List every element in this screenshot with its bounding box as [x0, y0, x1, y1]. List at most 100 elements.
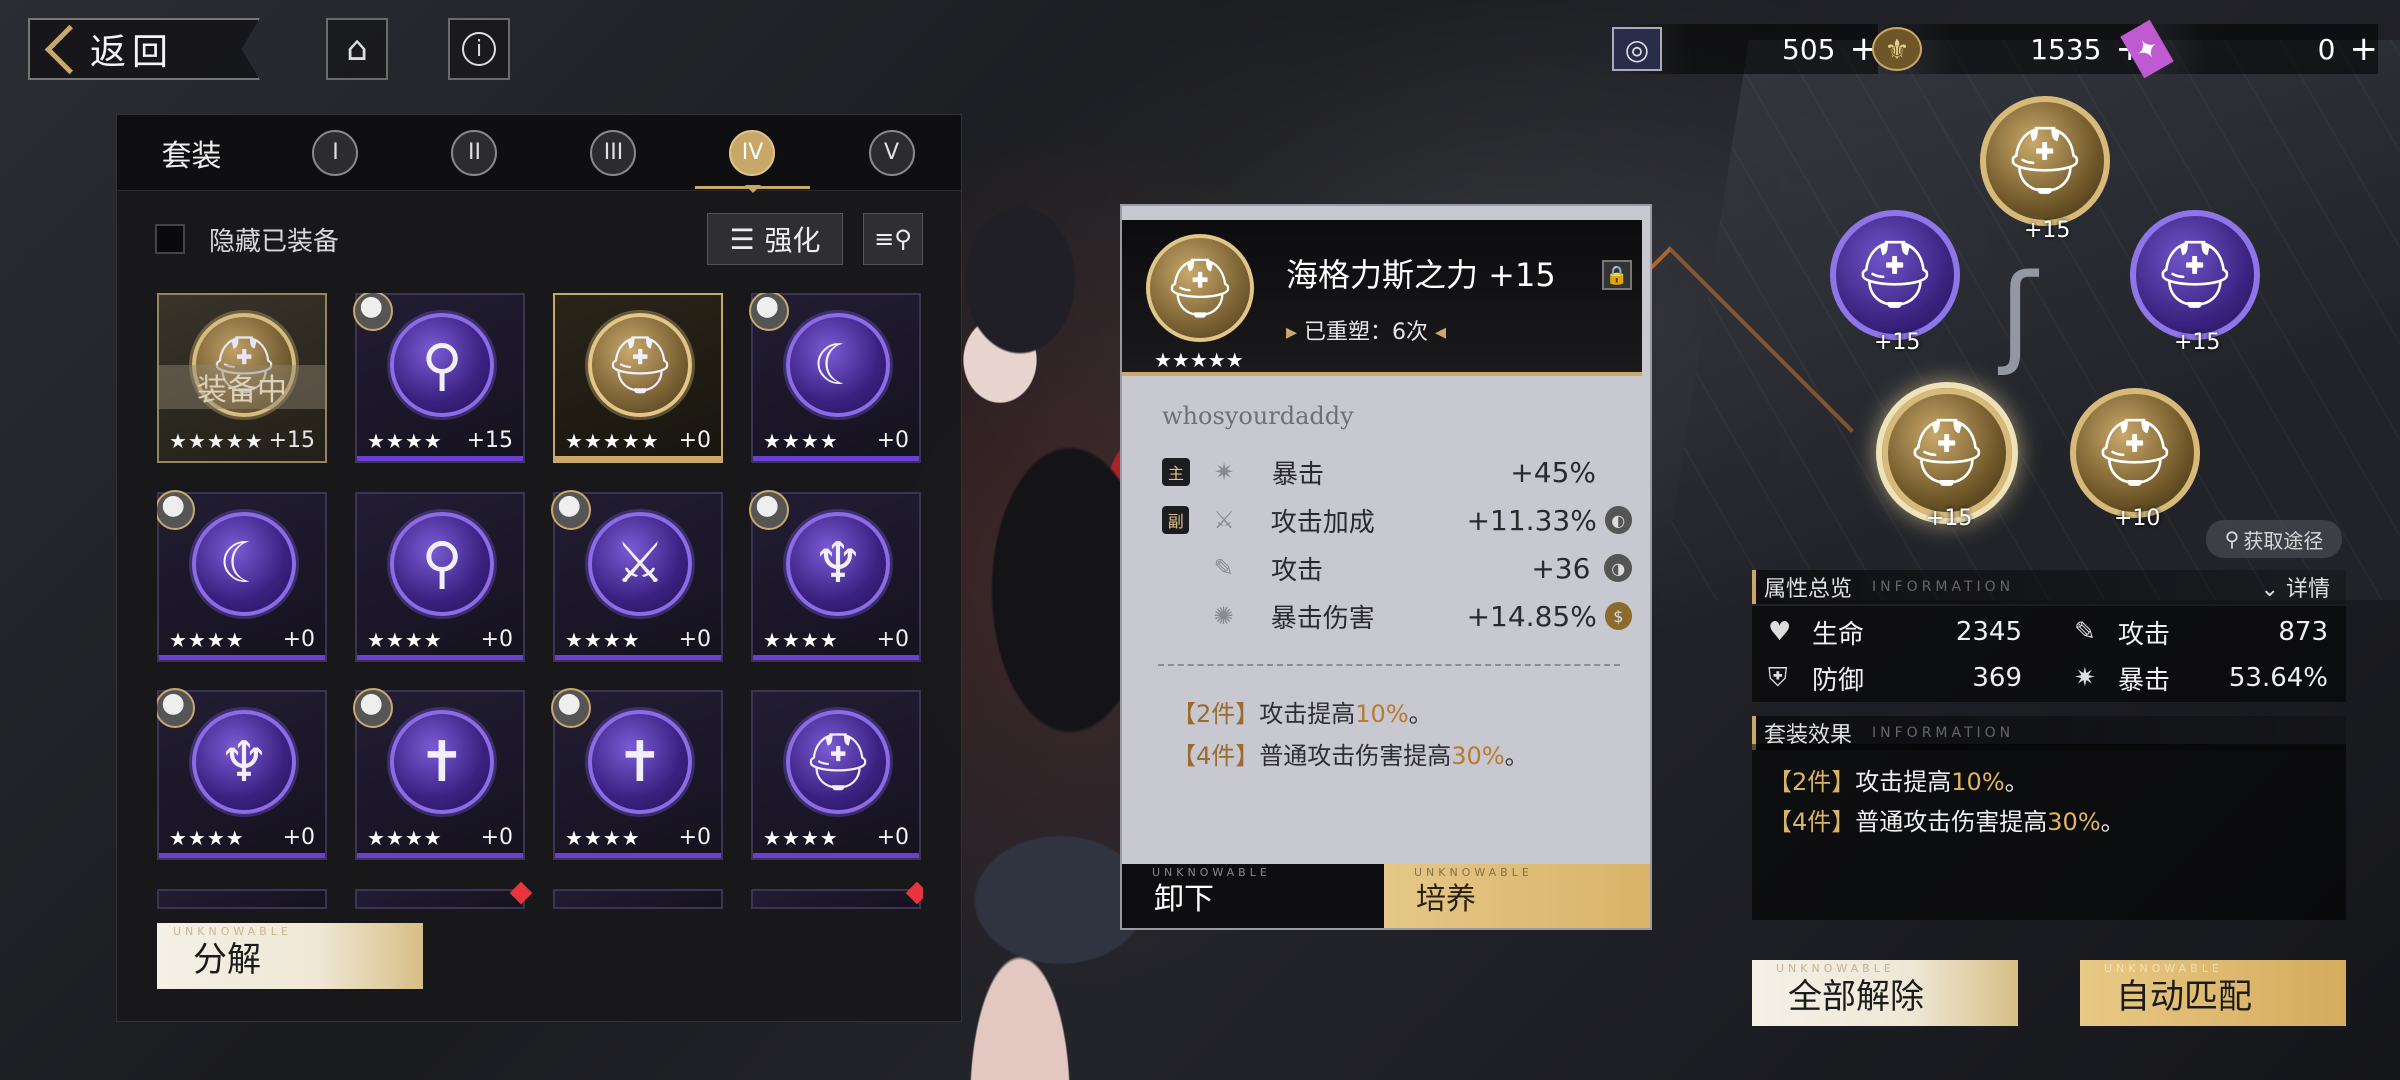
enhance-level: +0 — [282, 825, 315, 850]
equipment-card[interactable]: ⚲ ★★★★ +0 — [355, 491, 525, 662]
back-button[interactable]: 返回 — [28, 18, 260, 80]
rarity-stars: ★★★★ — [565, 627, 641, 652]
equipment-detail-card: ⛑ ★★★★★ 海格力斯之力 +15 已重塑：6次 🔒 whosyourdadd… — [1120, 204, 1652, 930]
set-effect-line: 【2件】攻击提高10%。 — [1768, 762, 2029, 797]
unequip-button[interactable]: UNKNOWABLE 卸下 — [1122, 864, 1384, 928]
attack-icon: ✎ — [1213, 554, 1234, 582]
globe-chalice-icon: ⚲ — [390, 511, 494, 616]
globe-chalice-icon: ⚲ — [390, 313, 494, 417]
equipment-card[interactable]: ⛑ 装备中 ★★★★★ +15 — [157, 293, 327, 463]
home-button[interactable]: ⌂ — [326, 18, 388, 80]
helmet-icon: ⛑ — [1905, 414, 1989, 491]
owner-avatar — [157, 489, 195, 530]
attribute-value: 2345 — [1955, 617, 2022, 647]
equip-slot-1[interactable]: ⛑ — [1980, 96, 2110, 226]
equipment-card[interactable] — [751, 881, 923, 909]
stat-tag — [1162, 554, 1190, 582]
rarity-stars: ★★★★ — [763, 429, 839, 453]
attribute-defense: ⛨ 防御 369 — [1768, 656, 2022, 700]
attributes-detail-link[interactable]: ⌄ 详情 — [2261, 571, 2330, 603]
set-text: 普通攻击伤害提高 — [1259, 742, 1452, 770]
equipment-card[interactable] — [355, 881, 533, 909]
equipment-grid: ⛑ 装备中 ★★★★★ +15 ⚲ ★★★★ +15 ⛑ ★★★★★ +0 ☾ … — [157, 293, 923, 909]
equipment-card[interactable]: ☾ ★★★★ +0 — [157, 489, 327, 662]
detail-header: ⛑ ★★★★★ 海格力斯之力 +15 已重塑：6次 🔒 — [1122, 220, 1642, 376]
hide-equipped-checkbox[interactable] — [155, 224, 185, 254]
button-watermark: UNKNOWABLE — [2104, 962, 2223, 975]
attribute-crit: ✷ 暴击 53.64% — [2074, 656, 2328, 700]
set-text: 攻击提高 — [1855, 768, 1952, 796]
rarity-stars: ★★★★★ — [169, 429, 264, 453]
equipment-card[interactable]: ✝ ★★★★ +0 — [353, 688, 525, 860]
equip-slot-3[interactable]: ⛑ — [2130, 210, 2260, 340]
stat-value: +11.33% — [1466, 503, 1597, 537]
tab-set-1[interactable]: I — [266, 115, 405, 191]
get-route-button[interactable]: ⚲ 获取途径 — [2206, 520, 2342, 558]
currency-ring-icon: ◎ — [1612, 27, 1662, 71]
attribute-name: 防御 — [1812, 665, 1865, 696]
set-effect-line: 【4件】普通攻击伤害提高30%。 — [1768, 802, 2125, 837]
equipment-card[interactable]: ☾ ★★★★ +0 — [749, 293, 921, 463]
equipment-card[interactable] — [157, 888, 327, 909]
horned-mask-icon: ♆ — [192, 710, 296, 814]
equipment-card[interactable]: ✝ ★★★★ +0 — [551, 688, 723, 860]
equipment-card[interactable]: ♆ ★★★★ +0 — [157, 688, 327, 860]
tab-label: III — [590, 129, 637, 176]
enhance-level: +0 — [876, 626, 909, 652]
crit-damage-icon: ✺ — [1213, 602, 1234, 630]
equipment-card[interactable]: ⛑ ★★★★ +0 — [751, 690, 921, 860]
stat-name: 暴击伤害 — [1270, 603, 1375, 634]
equip-slot-4[interactable]: ⛑ — [1882, 388, 2012, 518]
equipment-card[interactable]: ♆ ★★★★ +0 — [749, 489, 921, 662]
equipment-card[interactable]: ⚔ ★★★★ +0 — [551, 489, 723, 662]
equipment-card[interactable] — [553, 888, 723, 909]
rarity-stars: ★★★★ — [565, 826, 641, 850]
home-icon: ⌂ — [346, 29, 368, 69]
equip-slot-2[interactable]: ⛑ — [1830, 210, 1960, 340]
rarity-stars: ★★★★ — [367, 826, 443, 850]
horned-mask-icon: ♆ — [786, 511, 890, 616]
helmet-icon: ⛑ — [1853, 236, 1937, 313]
stat-value: +45% — [1510, 455, 1596, 489]
set-suffix: 。 — [1408, 700, 1433, 728]
enhance-level: +0 — [876, 825, 909, 850]
attributes-panel: ♥ 生命 2345 ✎ 攻击 873 ⛨ 防御 369 ✷ 暴击 53.64% — [1752, 606, 2346, 702]
equipment-card[interactable]: ⛑ ★★★★★ +0 — [553, 293, 723, 463]
set-effect-line: 【4件】普通攻击伤害提高30%。 — [1172, 736, 1529, 771]
filter-search-button[interactable]: ≡⚲ — [863, 213, 923, 265]
decompose-button[interactable]: UNKNOWABLE 分解 — [157, 923, 423, 989]
attributes-header: 属性总览 INFORMATION ⌄ 详情 — [1752, 570, 2346, 604]
enhance-level: +15 — [466, 428, 513, 453]
stat-value: +14.85% — [1466, 599, 1597, 633]
button-watermark: UNKNOWABLE — [1152, 866, 1271, 879]
attribute-name: 攻击 — [2118, 619, 2171, 650]
enhance-level: +0 — [678, 825, 711, 850]
stat-name: 攻击加成 — [1270, 507, 1375, 538]
tab-set-5[interactable]: V — [822, 115, 961, 191]
info-button[interactable]: i — [448, 18, 510, 80]
helmet-icon: ⛑ — [1146, 234, 1254, 342]
unequip-all-button[interactable]: UNKNOWABLE 全部解除 — [1752, 960, 2018, 1026]
auto-match-button[interactable]: UNKNOWABLE 自动匹配 — [2080, 960, 2346, 1026]
attribute-name: 生命 — [1812, 619, 1865, 650]
tab-set-3[interactable]: III — [544, 115, 683, 191]
set-highlight: 10% — [1951, 768, 2005, 796]
tab-set-2[interactable]: II — [405, 115, 544, 191]
owner-avatar — [353, 688, 393, 728]
helmet-icon: ⛑ — [588, 313, 692, 417]
equip-slot-5[interactable]: ⛑ — [2070, 388, 2200, 518]
slot-level: +10 — [2114, 506, 2161, 531]
enhance-sort-button[interactable]: ☰ 强化 — [707, 213, 843, 265]
currency-add-button[interactable]: + — [2350, 29, 2379, 69]
cultivate-button[interactable]: UNKNOWABLE 培养 — [1384, 864, 1650, 928]
helmet-icon: ⛑ — [2093, 414, 2177, 491]
lock-icon[interactable]: 🔒 — [1602, 260, 1632, 290]
tab-set-4[interactable]: IV — [683, 115, 822, 193]
filter-row: 隐藏已装备 ☰ 强化 ≡⚲ — [117, 191, 961, 287]
attack-bonus-icon: ⚔ — [1213, 506, 1235, 534]
crit-icon: ✷ — [1214, 458, 1235, 486]
equipment-card[interactable]: ⚲ ★★★★ +15 — [353, 293, 525, 463]
set-summary-panel: 【2件】攻击提高10%。 【4件】普通攻击伤害提高30%。 — [1752, 744, 2346, 920]
set-suffix: 。 — [2004, 768, 2029, 796]
stat-value: +36 — [1531, 551, 1591, 585]
